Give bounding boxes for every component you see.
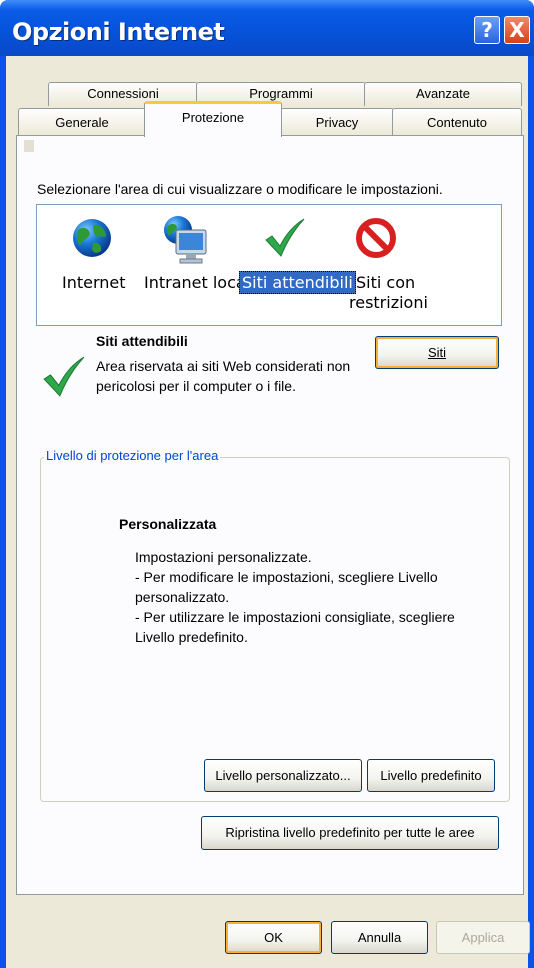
level-line-5: Livello predefinito. — [135, 629, 248, 645]
tab-generale[interactable]: Generale — [18, 108, 146, 136]
tab-privacy[interactable]: Privacy — [280, 108, 394, 136]
zone-siti-con-restrizioni[interactable]: Siti con restrizioni — [334, 212, 430, 322]
intranet-icon — [164, 216, 207, 264]
level-title: Personalizzata — [119, 516, 217, 532]
restricted-icon — [356, 218, 396, 258]
level-line-3: personalizzato. — [135, 589, 230, 605]
focus-marker — [24, 140, 34, 152]
level-line-4: - Per utilizzare le impostazioni consigl… — [135, 609, 455, 625]
checkmark-icon — [265, 218, 305, 257]
zone-intranet-locale[interactable]: Intranet locale — [138, 212, 260, 312]
security-level-group — [40, 457, 510, 802]
zone-prompt: Selezionare l'area di cui visualizzare o… — [37, 181, 443, 197]
default-level-button[interactable]: Livello predefinito — [367, 759, 495, 792]
zone-restricted-label-2: restrizioni — [349, 293, 428, 312]
zone-siti-attendibili[interactable]: Siti attendibili — [236, 212, 356, 312]
ok-button[interactable]: OK — [225, 921, 322, 954]
zone-restricted-label-1: Siti con — [356, 273, 416, 292]
custom-level-button[interactable]: Livello personalizzato... — [204, 759, 362, 792]
zone-detail-desc-1: Area riservata ai siti Web considerati n… — [96, 358, 351, 374]
close-button[interactable]: X — [504, 16, 530, 44]
cancel-button[interactable]: Annulla — [331, 921, 428, 954]
trusted-zone-checkmark-icon — [43, 356, 85, 397]
title-bar[interactable]: Opzioni Internet ? X — [0, 0, 534, 56]
sites-button[interactable]: Siti — [375, 336, 499, 369]
level-line-1: Impostazioni personalizzate. — [135, 549, 312, 565]
window-title: Opzioni Internet — [12, 18, 225, 46]
tab-avanzate[interactable]: Avanzate — [364, 82, 522, 106]
level-line-2: - Per modificare le impostazioni, scegli… — [135, 569, 438, 585]
zone-internet-label: Internet — [62, 273, 126, 292]
internet-options-window: Opzioni Internet ? X Connessioni Program… — [0, 0, 534, 968]
zone-detail-title: Siti attendibili — [96, 333, 188, 349]
tab-contenuto[interactable]: Contenuto — [392, 108, 522, 136]
apply-button[interactable]: Applica — [436, 921, 530, 954]
help-button[interactable]: ? — [474, 16, 500, 44]
tab-protezione[interactable]: Protezione — [144, 101, 282, 137]
sites-button-label: Siti — [427, 345, 447, 360]
zone-detail-desc-2: pericolosi per il computer o i file. — [96, 378, 296, 394]
globe-icon — [73, 219, 111, 257]
reset-all-zones-button[interactable]: Ripristina livello predefinito per tutte… — [201, 816, 499, 850]
security-level-group-title: Livello di protezione per l'area — [44, 448, 221, 463]
zone-internet[interactable]: Internet — [48, 212, 138, 312]
